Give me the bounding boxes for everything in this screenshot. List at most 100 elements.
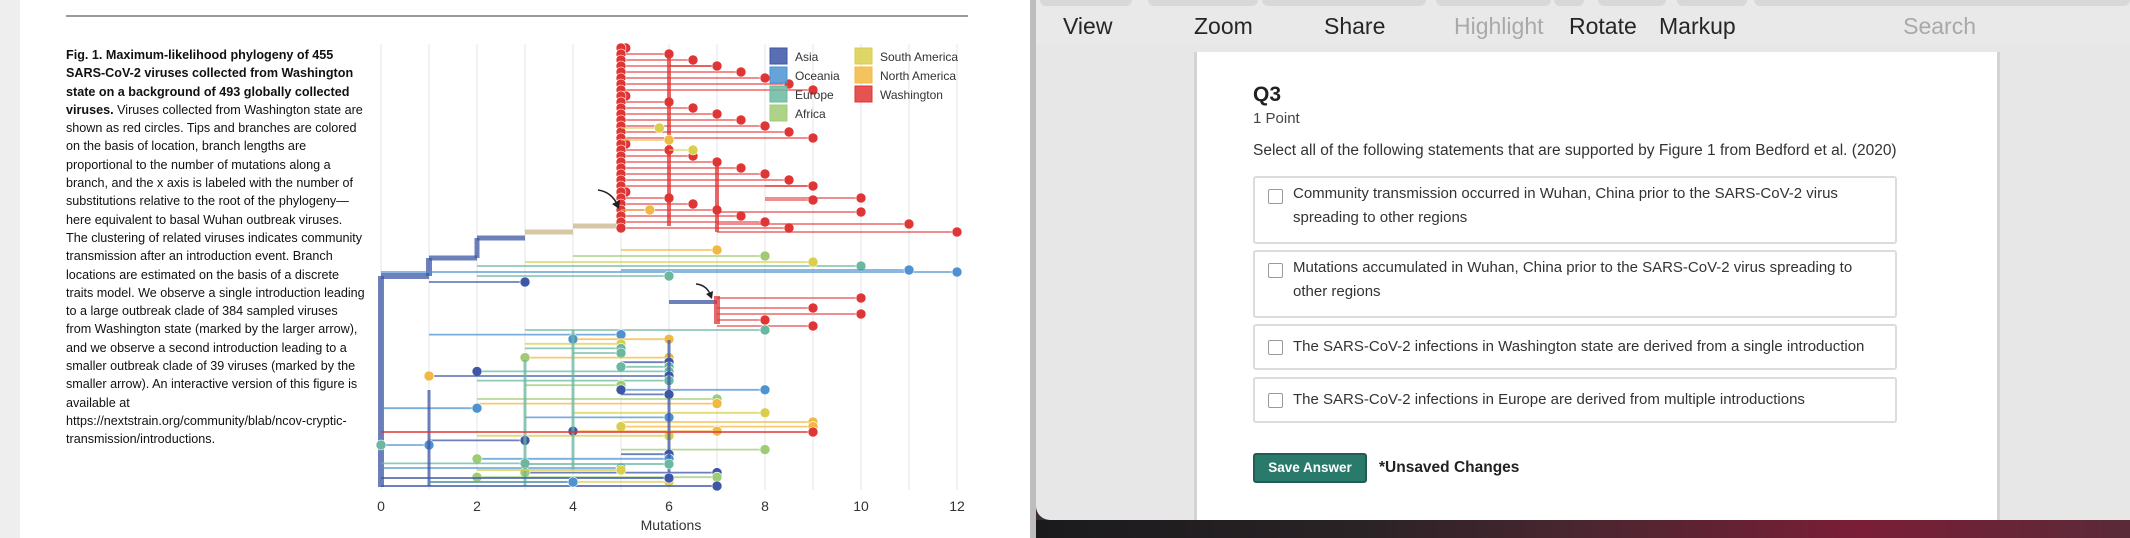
tree-tip xyxy=(759,384,771,396)
tree-tip xyxy=(654,122,665,134)
legend-swatch xyxy=(769,66,788,84)
option-text: Community transmission occurred in Wuhan… xyxy=(1293,185,1838,226)
highlight-button[interactable]: Highlight xyxy=(1454,13,1544,40)
question-prompt: Select all of the following statements t… xyxy=(1253,142,1897,159)
tree-tip xyxy=(711,244,723,256)
legend-swatch xyxy=(769,85,788,103)
tree-tip xyxy=(855,308,867,320)
option-checkbox[interactable] xyxy=(1268,393,1283,408)
tree-tip xyxy=(615,384,627,396)
legend-label: Washington xyxy=(880,88,943,102)
option-checkbox[interactable] xyxy=(1268,263,1283,278)
tree-tip xyxy=(759,250,771,262)
legend-label: South America xyxy=(880,50,958,64)
pdf-page: Fig. 1. Maximum-likelihood phylogeny of … xyxy=(0,0,1030,538)
tree-tip xyxy=(759,120,771,132)
save-answer-button[interactable]: Save Answer xyxy=(1253,453,1367,483)
option-checkbox[interactable] xyxy=(1268,189,1283,204)
tree-tip xyxy=(567,476,579,488)
tree-tip xyxy=(735,66,747,78)
tree-tip xyxy=(807,132,819,144)
chart-legend: Asia Oceania Europe Africa South America Nort… xyxy=(769,47,958,122)
legend-swatch xyxy=(769,47,788,65)
zoom-button-bg-right xyxy=(1262,0,1328,6)
tree-tip xyxy=(711,60,723,72)
tree-tip xyxy=(783,174,795,186)
x-tick-label: 8 xyxy=(761,498,769,514)
legend-swatch xyxy=(769,104,788,122)
tree-tip xyxy=(663,134,675,146)
answer-option[interactable]: The SARS-CoV-2 infections in Europe are … xyxy=(1253,377,1897,423)
tree-tip xyxy=(783,126,795,138)
legend-label: Oceania xyxy=(795,69,840,83)
tree-tip xyxy=(855,206,867,218)
tree-tip xyxy=(855,192,867,204)
markup-button-bg xyxy=(1677,0,1747,6)
tree-tip xyxy=(855,292,867,304)
tree-tip xyxy=(644,204,656,216)
tree-tip xyxy=(663,270,675,282)
option-text: The SARS-CoV-2 infections in Europe are … xyxy=(1293,391,1805,408)
tree-tip xyxy=(615,421,627,432)
tree-tip xyxy=(375,439,387,451)
zoom-button-bg-left xyxy=(1148,0,1258,6)
quiz-window: View Zoom Share Highlight Rotate Markup … xyxy=(1036,0,2130,520)
tree-tip xyxy=(951,226,963,238)
tree-tip xyxy=(951,266,963,278)
answer-option[interactable]: The SARS-CoV-2 infections in Washington … xyxy=(1253,324,1897,370)
tree-tip xyxy=(759,407,771,419)
tree-tip xyxy=(759,324,771,336)
x-tick-label: 0 xyxy=(377,498,385,514)
tree-tip xyxy=(735,162,747,174)
zoom-button[interactable]: Zoom xyxy=(1194,13,1253,40)
tree-tip xyxy=(807,320,819,332)
search-placeholder: Search xyxy=(1903,13,1976,39)
x-axis-ticks: 0 2 4 6 8 10 12 xyxy=(377,498,965,514)
tree-tip xyxy=(711,108,723,120)
tree-tip xyxy=(759,444,771,455)
tree-tip xyxy=(687,144,699,156)
markup-button[interactable]: Markup xyxy=(1659,13,1736,40)
tree-tip xyxy=(687,102,699,114)
tree-tip xyxy=(759,72,771,84)
share-button[interactable]: Share xyxy=(1324,13,1385,40)
toolbar: View Zoom Share Highlight Rotate Markup … xyxy=(1036,0,2130,44)
tree-tip xyxy=(615,347,627,359)
tree-tip xyxy=(687,54,699,66)
highlight-button-bg xyxy=(1436,0,1551,6)
x-axis-label: Mutations xyxy=(641,517,702,533)
tree-tip xyxy=(663,48,675,60)
question-title: Q3 xyxy=(1253,83,1282,106)
rotate-button[interactable]: Rotate xyxy=(1569,13,1637,40)
legend-label: North America xyxy=(880,69,956,83)
option-text: The SARS-CoV-2 infections in Washington … xyxy=(1293,338,1865,355)
tree-tip xyxy=(663,472,675,484)
answer-option[interactable]: Community transmission occurred in Wuhan… xyxy=(1253,176,1897,244)
x-tick-label: 12 xyxy=(949,498,965,514)
view-button-bg xyxy=(1040,0,1132,6)
x-tick-label: 10 xyxy=(853,498,869,514)
unsaved-changes-label: *Unsaved Changes xyxy=(1379,459,1520,476)
tree-tip xyxy=(711,398,723,409)
tree-tip xyxy=(735,114,747,126)
search-field[interactable]: Search xyxy=(1754,0,2130,44)
tree-tip xyxy=(423,370,435,382)
option-checkbox[interactable] xyxy=(1268,340,1283,355)
tree-tip xyxy=(807,180,819,192)
option-text: Mutations accumulated in Wuhan, China pr… xyxy=(1293,259,1853,300)
tree-tip xyxy=(759,168,771,180)
tree-tip xyxy=(711,480,723,492)
tree-tip xyxy=(519,276,531,288)
legend-swatch xyxy=(854,85,873,103)
tree-tip xyxy=(807,256,819,268)
tree-tip xyxy=(471,453,483,465)
tree-tip xyxy=(471,402,483,414)
tree-tip xyxy=(903,264,915,276)
legend-label: Asia xyxy=(795,50,819,64)
tree-tip xyxy=(615,222,627,234)
phylogeny-chart: 0 2 4 6 8 10 12 Mutations Asia Oceania Europe Afr… xyxy=(375,42,965,533)
tree-tip xyxy=(687,198,699,210)
answer-option[interactable]: Mutations accumulated in Wuhan, China pr… xyxy=(1253,250,1897,318)
tree-tip xyxy=(759,216,771,228)
view-button[interactable]: View xyxy=(1063,13,1112,40)
